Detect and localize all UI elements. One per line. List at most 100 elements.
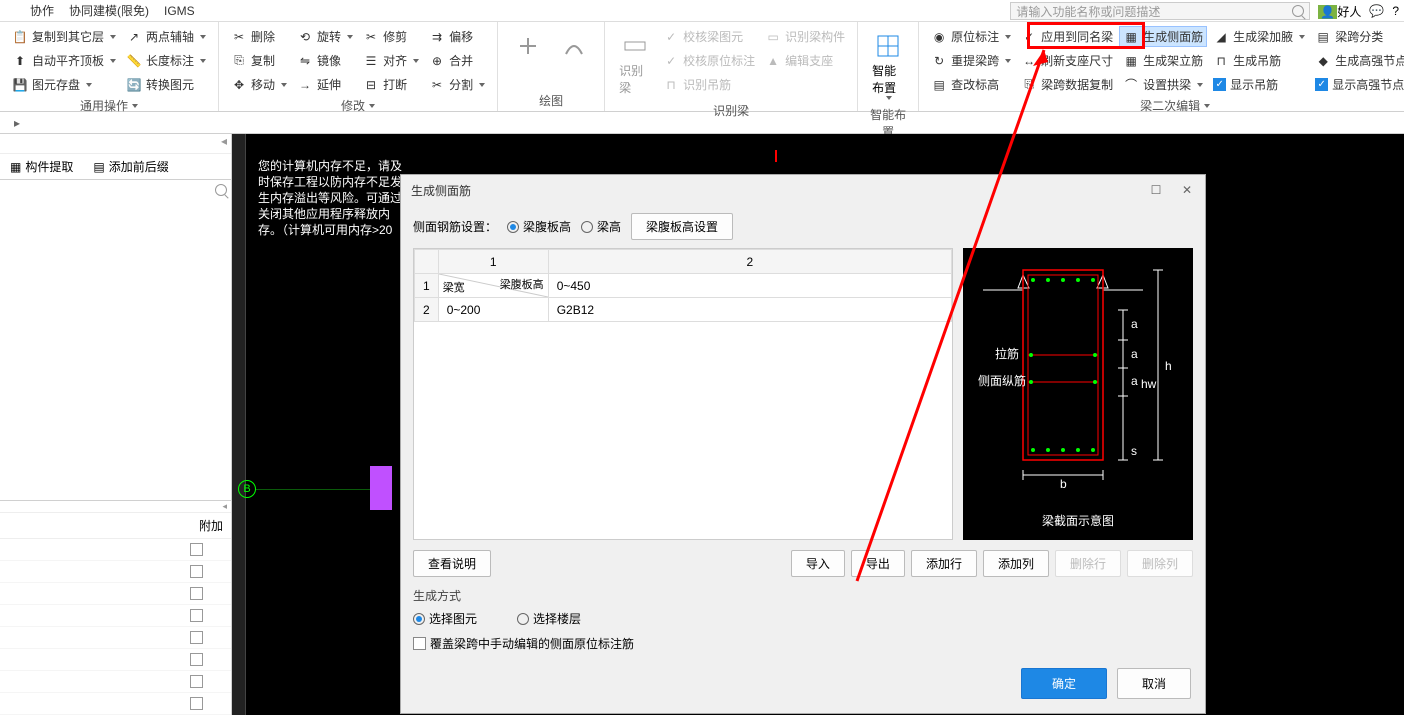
row-header-2[interactable]: 2: [415, 298, 439, 322]
convert-element-button[interactable]: 🔄转换图元: [122, 74, 210, 95]
row-header-1[interactable]: 1: [415, 274, 439, 298]
attach-checkbox[interactable]: [190, 587, 203, 600]
attach-checkbox[interactable]: [190, 565, 203, 578]
menu-item[interactable]: 协同建模(限免): [69, 2, 149, 19]
trim-button[interactable]: ✂修剪: [359, 26, 423, 47]
tab-component-extract[interactable]: ▦构件提取: [0, 154, 83, 179]
element-save-button[interactable]: 💾图元存盘: [8, 74, 120, 95]
ribbon-group-label[interactable]: 修改: [227, 97, 489, 114]
copy-button[interactable]: ⎘复制: [227, 50, 291, 71]
generate-side-rebar-button[interactable]: ▦生成侧面筋: [1119, 26, 1207, 47]
view-description-button[interactable]: 查看说明: [413, 550, 491, 577]
recognize-beam-button[interactable]: 识别梁: [613, 26, 657, 100]
breadcrumb-chevron-icon[interactable]: ▸: [8, 116, 26, 130]
search-icon[interactable]: [215, 184, 227, 196]
position-annotation-button[interactable]: ◉原位标注: [927, 26, 1015, 47]
two-point-axis-button[interactable]: ↗两点辅轴: [122, 26, 210, 47]
table-cell[interactable]: 0~200: [438, 298, 548, 322]
span-classify-button[interactable]: ▤梁跨分类: [1311, 26, 1404, 47]
help-icon[interactable]: ?: [1392, 4, 1399, 18]
menu-item[interactable]: IGMS: [164, 4, 195, 18]
axis-line: [256, 489, 386, 490]
length-dimension-button[interactable]: 📏长度标注: [122, 50, 210, 71]
show-hanger-checkbox[interactable]: ✓显示吊筋: [1209, 74, 1309, 95]
rotate-button[interactable]: ⟲旋转: [293, 26, 357, 47]
gen-method-label: 生成方式: [413, 587, 1193, 604]
close-icon[interactable]: ✕: [1179, 183, 1195, 197]
col-header-1[interactable]: 1: [438, 250, 548, 274]
search-icon[interactable]: [1292, 5, 1304, 17]
show-high-strength-checkbox[interactable]: ✓显示高强节点: [1311, 74, 1404, 95]
offset-button[interactable]: ⇉偏移: [425, 26, 489, 47]
attach-checkbox[interactable]: [190, 697, 203, 710]
ok-button[interactable]: 确定: [1021, 668, 1107, 699]
chat-icon[interactable]: 💬: [1369, 4, 1384, 18]
delete-button[interactable]: ✂删除: [227, 26, 291, 47]
attach-checkbox[interactable]: [190, 609, 203, 622]
user-area[interactable]: 👤好人: [1318, 3, 1361, 20]
attach-checkbox[interactable]: [190, 653, 203, 666]
radio-select-floor[interactable]: 选择楼层: [517, 610, 581, 627]
curve-icon: [558, 30, 590, 62]
span-data-copy-button[interactable]: ⎘梁跨数据复制: [1017, 74, 1117, 95]
search-placeholder: 请输入功能名称或问题描述: [1016, 3, 1160, 20]
move-button[interactable]: ✥移动: [227, 74, 291, 95]
dialog-header[interactable]: 生成侧面筋 ☐ ✕: [401, 175, 1205, 205]
cancel-button[interactable]: 取消: [1117, 668, 1191, 699]
ribbon-group-label: 绘图: [506, 92, 596, 109]
table-cell[interactable]: 0~450: [548, 274, 951, 298]
radio-select-element[interactable]: 选择图元: [413, 610, 477, 627]
refresh-span-button[interactable]: ↻重提梁跨: [927, 50, 1015, 71]
mirror-button[interactable]: ⇋镜像: [293, 50, 357, 71]
radio-web-height[interactable]: 梁腹板高: [507, 218, 571, 235]
menu-item[interactable]: 协作: [30, 2, 54, 19]
add-column-button[interactable]: 添加列: [983, 550, 1049, 577]
ribbon-group-label[interactable]: 通用操作: [8, 97, 210, 114]
radio-beam-height[interactable]: 梁高: [581, 218, 621, 235]
search-box[interactable]: 请输入功能名称或问题描述: [1010, 2, 1310, 20]
maximize-icon[interactable]: ☐: [1148, 183, 1164, 197]
break-button[interactable]: ⊟打断: [359, 74, 423, 95]
copy-to-layer-button[interactable]: 📋复制到其它层: [8, 26, 120, 47]
tab-add-prefix-suffix[interactable]: ▤添加前后缀: [83, 154, 178, 179]
add-row-button[interactable]: 添加行: [911, 550, 977, 577]
prefix-icon: ▤: [93, 160, 104, 174]
generate-high-strength-button[interactable]: ◆生成高强节点: [1311, 50, 1404, 71]
merge-button[interactable]: ⊕合并: [425, 50, 489, 71]
attach-checkbox[interactable]: [190, 675, 203, 688]
generate-frame-rebar-button[interactable]: ▦生成架立筋: [1119, 50, 1207, 71]
extend-button[interactable]: →延伸: [293, 74, 357, 95]
radio-checked-icon: [507, 221, 519, 233]
check-elevation-button[interactable]: ▤查改标高: [927, 74, 1015, 95]
import-button[interactable]: 导入: [791, 550, 845, 577]
panel-collapse-icon[interactable]: ◂: [221, 134, 227, 153]
draw-tool-button[interactable]: [506, 26, 550, 66]
attach-checkbox[interactable]: [190, 543, 203, 556]
canvas-ruler[interactable]: [232, 134, 246, 715]
data-table: 1 2 1 梁腹板高 梁宽 0~450 2 0~200: [414, 249, 952, 322]
generate-side-rebar-dialog: 生成侧面筋 ☐ ✕ 侧面钢筋设置： 梁腹板高 梁高 梁腹板高设置: [400, 174, 1206, 714]
export-button[interactable]: 导出: [851, 550, 905, 577]
generate-haunch-button[interactable]: ◢生成梁加腋: [1209, 26, 1309, 47]
apply-same-name-button[interactable]: ✓应用到同名梁: [1017, 26, 1117, 47]
col-header-2[interactable]: 2: [548, 250, 951, 274]
table-cell[interactable]: G2B12: [548, 298, 951, 322]
generate-hanger-button[interactable]: ⊓生成吊筋: [1209, 50, 1309, 71]
dialog-footer: 确定 取消: [401, 660, 1205, 713]
ribbon-group-label[interactable]: 梁二次编辑: [927, 97, 1404, 114]
dim-a2: a: [1131, 347, 1138, 361]
web-height-setting-button[interactable]: 梁腹板高设置: [631, 213, 733, 240]
split-button[interactable]: ✂分割: [425, 74, 489, 95]
refresh-support-size-button[interactable]: ↔刷新支座尺寸: [1017, 50, 1117, 71]
set-arch-beam-button[interactable]: ⌒设置拱梁: [1119, 74, 1207, 95]
attach-checkbox[interactable]: [190, 631, 203, 644]
beam-element[interactable]: [370, 466, 392, 510]
align-button[interactable]: ☰对齐: [359, 50, 423, 71]
section-svg: 拉筋 侧面纵筋 a a a s hw: [973, 260, 1183, 500]
panel-collapse-icon[interactable]: ◂: [222, 501, 227, 512]
curve-tool-button[interactable]: [552, 26, 596, 66]
smart-layout-button[interactable]: 智能布置: [866, 26, 910, 104]
overwrite-checkbox[interactable]: 覆盖梁跨中手动编辑的侧面原位标注筋: [413, 635, 1193, 652]
auto-align-top-button[interactable]: ⬆自动平齐顶板: [8, 50, 120, 71]
delete-icon: ✂: [231, 29, 247, 45]
